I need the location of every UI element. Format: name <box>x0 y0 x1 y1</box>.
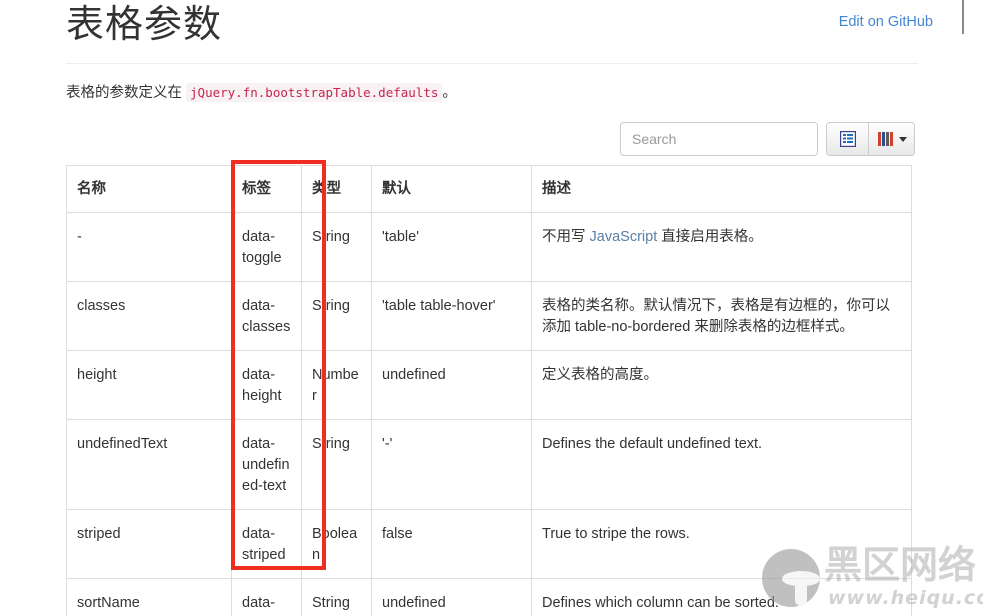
columns-icon <box>878 132 893 146</box>
cell-desc: Defines the default undefined text. <box>531 419 912 510</box>
column-header-tag[interactable]: 标签 <box>231 165 302 213</box>
cell-type: Boolean <box>301 509 372 579</box>
table-row: sortName data-sort-name String undefined… <box>66 578 912 616</box>
parameters-table: 名称 标签 类型 默认 描述 - data-toggle String 'tab… <box>66 165 912 616</box>
defaults-code: jQuery.fn.bootstrapTable.defaults <box>186 83 443 102</box>
cell-type: String <box>301 578 372 616</box>
desc-prefix: 不用写 <box>542 229 590 245</box>
table-body: - data-toggle String 'table' 不用写 JavaScr… <box>66 212 912 616</box>
table-header-row: 名称 标签 类型 默认 描述 <box>66 165 912 213</box>
cell-type: String <box>301 419 372 510</box>
page-root: 表格参数 Edit on GitHub 表格的参数定义在 jQuery.fn.b… <box>0 0 983 616</box>
intro-paragraph: 表格的参数定义在 jQuery.fn.bootstrapTable.defaul… <box>66 82 457 104</box>
cell-default: undefined <box>371 350 532 420</box>
column-header-desc[interactable]: 描述 <box>531 165 912 213</box>
cell-default: 'table table-hover' <box>371 281 532 351</box>
table-row: striped data-striped Boolean false True … <box>66 509 912 579</box>
toolbar-button-group <box>826 122 915 156</box>
cell-tag: data-sort-name <box>231 578 302 616</box>
cell-name: classes <box>66 281 232 351</box>
search-input[interactable] <box>620 122 818 156</box>
cell-desc: 定义表格的高度。 <box>531 350 912 420</box>
title-divider <box>66 63 918 64</box>
intro-prefix: 表格的参数定义在 <box>66 85 182 101</box>
cell-default: undefined <box>371 578 532 616</box>
desc-suffix: 直接启用表格。 <box>657 229 763 245</box>
table-toolbar <box>620 122 915 156</box>
cell-desc: 表格的类名称。默认情况下，表格是有边框的，你可以添加 table-no-bord… <box>531 281 912 351</box>
cell-desc: True to stripe the rows. <box>531 509 912 579</box>
cell-desc: Defines which column can be sorted. <box>531 578 912 616</box>
cell-tag: data-classes <box>231 281 302 351</box>
table-row: classes data-classes String 'table table… <box>66 281 912 351</box>
table-head: 名称 标签 类型 默认 描述 <box>66 165 912 213</box>
columns-button[interactable] <box>869 122 915 156</box>
cell-type: String <box>301 212 372 282</box>
cell-type: Number <box>301 350 372 420</box>
desc-javascript-word: JavaScript <box>589 229 658 245</box>
page-gutter-rule <box>962 0 964 34</box>
cell-tag: data-undefined-text <box>231 419 302 510</box>
cell-type: String <box>301 281 372 351</box>
cell-default: 'table' <box>371 212 532 282</box>
cell-name: sortName <box>66 578 232 616</box>
table-row: height data-height Number undefined 定义表格… <box>66 350 912 420</box>
column-header-default[interactable]: 默认 <box>371 165 532 213</box>
table-row: - data-toggle String 'table' 不用写 JavaScr… <box>66 212 912 282</box>
cell-desc: 不用写 JavaScript 直接启用表格。 <box>531 212 912 282</box>
list-view-icon <box>839 131 856 147</box>
cell-default: false <box>371 509 532 579</box>
cell-default: '-' <box>371 419 532 510</box>
cell-name: - <box>66 212 232 282</box>
edit-on-github-link[interactable]: Edit on GitHub <box>839 14 933 30</box>
cell-tag: data-height <box>231 350 302 420</box>
cell-name: height <box>66 350 232 420</box>
column-header-type[interactable]: 类型 <box>301 165 372 213</box>
chevron-down-icon <box>899 136 907 142</box>
column-header-name[interactable]: 名称 <box>66 165 232 213</box>
page-title: 表格参数 <box>66 4 223 46</box>
cell-tag: data-toggle <box>231 212 302 282</box>
cell-name: undefinedText <box>66 419 232 510</box>
table-row: undefinedText data-undefined-text String… <box>66 419 912 510</box>
cell-name: striped <box>66 509 232 579</box>
intro-suffix: 。 <box>442 85 457 101</box>
toggle-view-button[interactable] <box>826 122 869 156</box>
cell-tag: data-striped <box>231 509 302 579</box>
